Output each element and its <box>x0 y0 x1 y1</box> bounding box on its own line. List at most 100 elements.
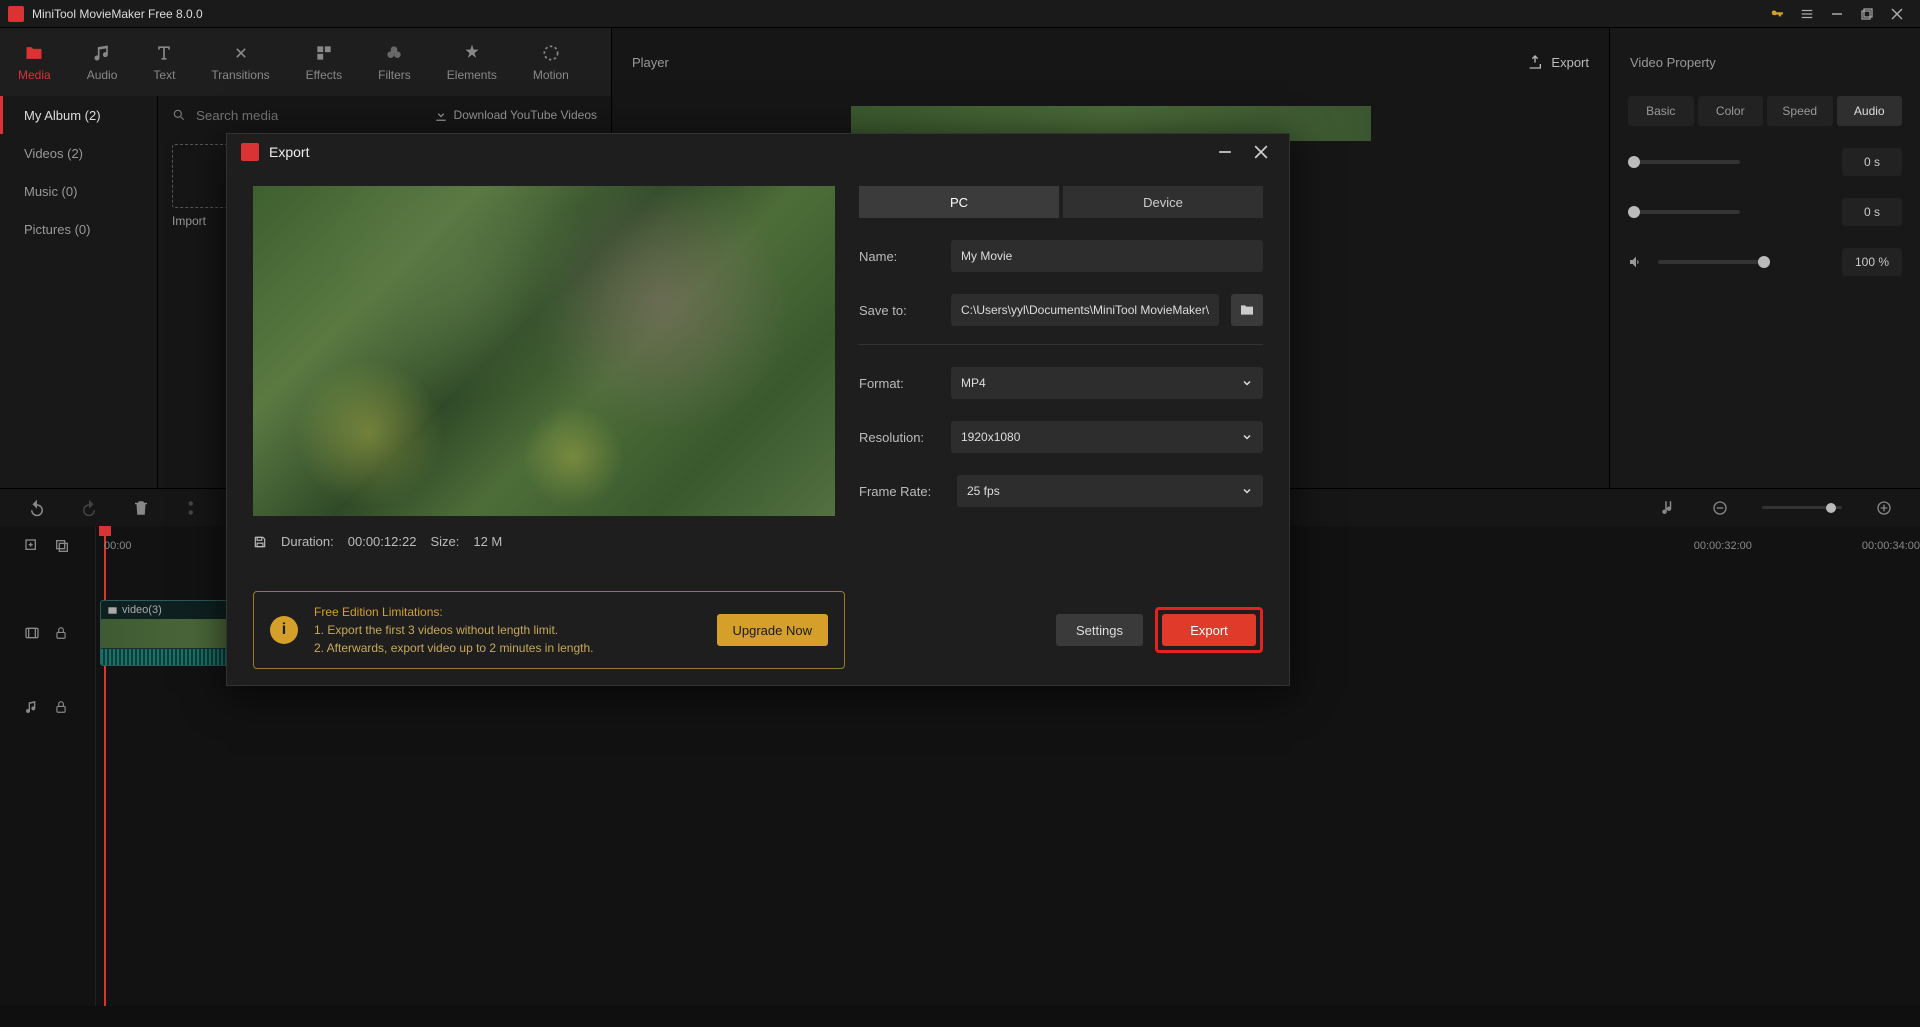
undo-button[interactable] <box>28 499 46 517</box>
prop-tab-color[interactable]: Color <box>1698 96 1764 126</box>
format-value: MP4 <box>961 376 986 390</box>
framerate-label: Frame Rate: <box>859 484 945 499</box>
music-icon <box>91 42 113 64</box>
name-input[interactable] <box>951 240 1263 272</box>
save-path-input[interactable] <box>951 294 1219 326</box>
chevron-down-icon <box>1241 377 1253 389</box>
delete-button[interactable] <box>132 499 150 517</box>
maximize-button[interactable] <box>1852 4 1882 24</box>
dialog-close-button[interactable] <box>1247 141 1275 163</box>
prop-tab-speed[interactable]: Speed <box>1767 96 1833 126</box>
tab-label: Transitions <box>211 68 269 82</box>
tab-label: Motion <box>533 68 569 82</box>
close-button[interactable] <box>1882 4 1912 24</box>
chevron-down-icon <box>1241 485 1253 497</box>
tab-text[interactable]: Text <box>153 42 175 82</box>
youtube-link-label: Download YouTube Videos <box>454 108 597 122</box>
prop-tab-basic[interactable]: Basic <box>1628 96 1694 126</box>
tab-label: Filters <box>378 68 411 82</box>
volume-value[interactable]: 100 % <box>1842 248 1902 276</box>
volume-slider[interactable] <box>1658 260 1770 264</box>
export-dialog: Export Duration: 00:00:12:22 Size: 12 M … <box>226 133 1290 686</box>
media-sidebar: My Album (2) Videos (2) Music (0) Pictur… <box>0 96 158 488</box>
tab-transitions[interactable]: Transitions <box>211 42 269 82</box>
name-label: Name: <box>859 249 939 264</box>
sidebar-item-pictures[interactable]: Pictures (0) <box>0 210 157 248</box>
resolution-value: 1920x1080 <box>961 430 1020 444</box>
limit-line: 2. Afterwards, export video up to 2 minu… <box>314 639 701 657</box>
redo-button[interactable] <box>80 499 98 517</box>
youtube-download-link[interactable]: Download YouTube Videos <box>434 108 597 122</box>
prop-tab-audio[interactable]: Audio <box>1837 96 1903 126</box>
fade-in-value[interactable]: 0 s <box>1842 148 1902 176</box>
zoom-slider[interactable] <box>1762 506 1842 509</box>
dialog-minimize-button[interactable] <box>1211 141 1239 163</box>
key-icon[interactable] <box>1762 4 1792 24</box>
tab-label: Elements <box>447 68 497 82</box>
split-button[interactable] <box>184 499 202 517</box>
main-tabs: Media Audio Text Transitions Effects Fil… <box>0 28 611 96</box>
audio-track[interactable] <box>96 678 1920 738</box>
ruler-tick: 00:00:32:00 <box>1694 540 1752 552</box>
clip-icon <box>107 605 118 616</box>
video-property-title: Video Property <box>1630 55 1716 70</box>
export-button-top[interactable]: Export <box>1527 54 1589 70</box>
resolution-select[interactable]: 1920x1080 <box>951 421 1263 453</box>
fade-out-value[interactable]: 0 s <box>1842 198 1902 226</box>
export-button[interactable]: Export <box>1162 614 1256 646</box>
format-label: Format: <box>859 376 939 391</box>
video-track-icon[interactable] <box>24 625 40 641</box>
framerate-select[interactable]: 25 fps <box>957 475 1263 507</box>
motion-icon <box>540 42 562 64</box>
folder-icon <box>23 42 45 64</box>
tab-label: Text <box>153 68 175 82</box>
size-label: Size: <box>430 534 459 549</box>
sidebar-item-music[interactable]: Music (0) <box>0 172 157 210</box>
hamburger-icon[interactable] <box>1792 4 1822 24</box>
volume-icon <box>1628 254 1644 270</box>
sidebar-item-album[interactable]: My Album (2) <box>0 96 157 134</box>
settings-button[interactable]: Settings <box>1056 614 1143 646</box>
effects-icon <box>313 42 335 64</box>
limit-heading: Free Edition Limitations: <box>314 603 701 621</box>
tab-media[interactable]: Media <box>18 42 51 82</box>
browse-button[interactable] <box>1231 294 1263 326</box>
sidebar-item-videos[interactable]: Videos (2) <box>0 134 157 172</box>
zoom-out-button[interactable] <box>1712 500 1728 516</box>
tab-elements[interactable]: Elements <box>447 42 497 82</box>
audio-track-icon[interactable] <box>1660 499 1678 517</box>
tab-label: Media <box>18 68 51 82</box>
duration-value: 00:00:12:22 <box>348 534 417 549</box>
export-tab-pc[interactable]: PC <box>859 186 1059 218</box>
fade-in-slider[interactable] <box>1628 160 1740 164</box>
duration-label: Duration: <box>281 534 334 549</box>
text-icon <box>153 42 175 64</box>
upgrade-button[interactable]: Upgrade Now <box>717 614 829 646</box>
tab-filters[interactable]: Filters <box>378 42 411 82</box>
lock-icon[interactable] <box>54 626 68 640</box>
dialog-title: Export <box>269 144 309 160</box>
search-icon <box>172 108 186 122</box>
window-title: MiniTool MovieMaker Free 8.0.0 <box>32 7 1762 21</box>
tab-audio[interactable]: Audio <box>87 42 118 82</box>
tab-label: Effects <box>306 68 342 82</box>
chevron-down-icon <box>1241 431 1253 443</box>
export-tab-device[interactable]: Device <box>1063 186 1263 218</box>
zoom-in-button[interactable] <box>1876 500 1892 516</box>
copy-track-icon[interactable] <box>54 538 70 554</box>
lock-icon[interactable] <box>54 700 68 714</box>
tab-effects[interactable]: Effects <box>306 42 342 82</box>
audio-track-icon[interactable] <box>24 699 40 715</box>
fade-out-slider[interactable] <box>1628 210 1740 214</box>
ruler-tick: 00:00:34:00 <box>1862 540 1920 552</box>
titlebar: MiniTool MovieMaker Free 8.0.0 <box>0 0 1920 28</box>
format-select[interactable]: MP4 <box>951 367 1263 399</box>
filters-icon <box>383 42 405 64</box>
save-label: Save to: <box>859 303 939 318</box>
tab-label: Audio <box>87 68 118 82</box>
search-input[interactable] <box>196 108 424 123</box>
tab-motion[interactable]: Motion <box>533 42 569 82</box>
minimize-button[interactable] <box>1822 4 1852 24</box>
player-title: Player <box>632 55 669 70</box>
add-track-icon[interactable] <box>24 538 40 554</box>
